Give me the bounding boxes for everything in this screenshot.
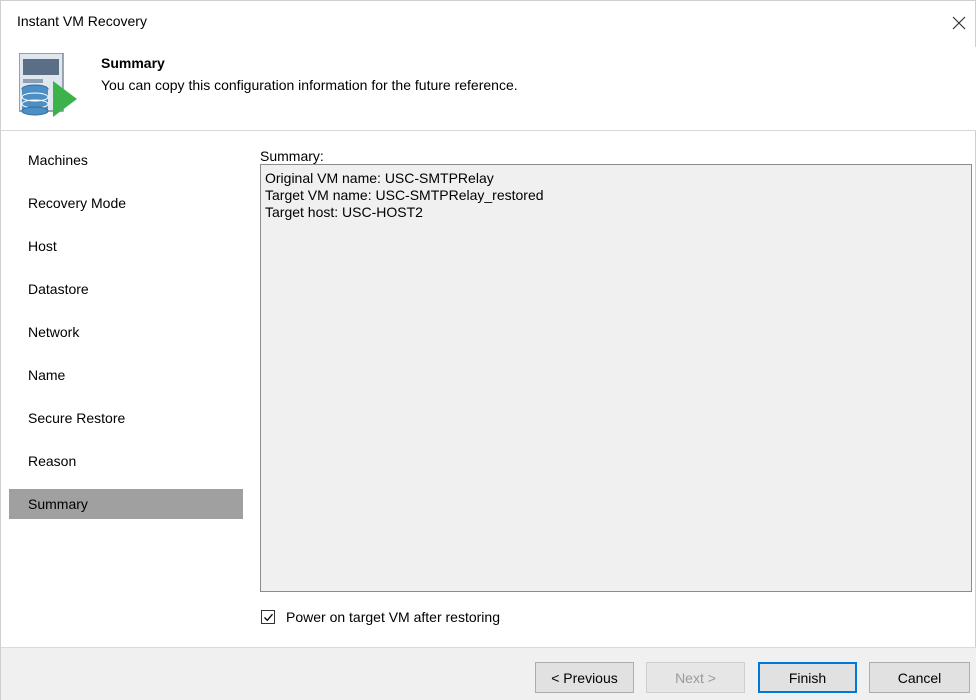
sidebar-item-recovery-mode[interactable]: Recovery Mode — [9, 188, 243, 218]
next-button[interactable]: Next > — [646, 662, 745, 693]
close-button[interactable] — [941, 7, 976, 39]
cancel-button[interactable]: Cancel — [869, 662, 970, 693]
title-bar: Instant VM Recovery — [1, 1, 976, 47]
wizard-header: Summary You can copy this configuration … — [1, 47, 976, 131]
sidebar-item-name[interactable]: Name — [9, 360, 243, 390]
wizard-steps-sidebar: Machines Recovery Mode Host Datastore Ne… — [9, 131, 243, 631]
instant-vm-recovery-window: Instant VM Recovery Summary You can copy… — [0, 0, 976, 700]
checkmark-icon — [263, 613, 273, 621]
sidebar-item-machines[interactable]: Machines — [9, 145, 243, 175]
summary-textbox[interactable]: Original VM name: USC-SMTPRelay Target V… — [260, 164, 972, 592]
power-on-label: Power on target VM after restoring — [286, 609, 500, 625]
power-on-checkbox[interactable] — [261, 610, 275, 624]
sidebar-item-network[interactable]: Network — [9, 317, 243, 347]
summary-text: Original VM name: USC-SMTPRelay Target V… — [265, 170, 544, 220]
sidebar-item-reason[interactable]: Reason — [9, 446, 243, 476]
sidebar-item-host[interactable]: Host — [9, 231, 243, 261]
close-icon — [952, 16, 966, 30]
finish-button[interactable]: Finish — [758, 662, 857, 693]
page-title: Summary — [101, 55, 165, 71]
previous-button[interactable]: < Previous — [535, 662, 634, 693]
summary-label: Summary: — [260, 148, 324, 164]
power-on-option: Power on target VM after restoring — [261, 608, 500, 626]
sidebar-item-summary[interactable]: Summary — [9, 489, 243, 519]
page-subtitle: You can copy this configuration informat… — [101, 77, 518, 93]
window-title: Instant VM Recovery — [17, 13, 147, 29]
sidebar-item-datastore[interactable]: Datastore — [9, 274, 243, 304]
wizard-footer: < Previous Next > Finish Cancel — [1, 647, 976, 700]
sidebar-item-secure-restore[interactable]: Secure Restore — [9, 403, 243, 433]
vm-restore-icon — [19, 53, 77, 117]
